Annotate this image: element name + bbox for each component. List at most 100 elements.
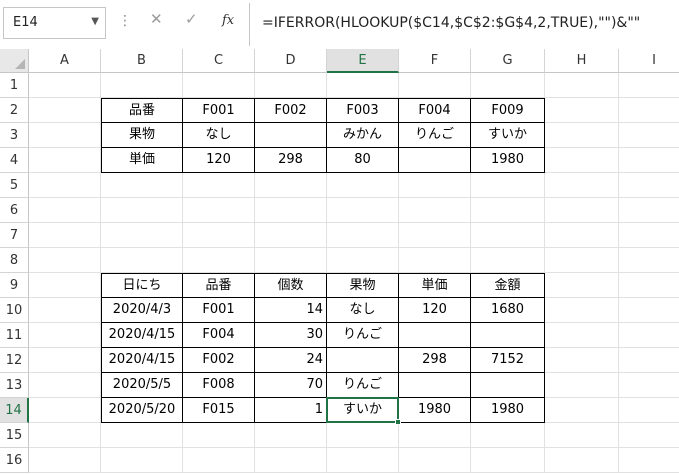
cell-a13[interactable]	[29, 373, 101, 398]
name-box[interactable]: E14 ▼	[3, 7, 106, 39]
row-header-2[interactable]: 2	[0, 98, 29, 123]
cell-i11[interactable]	[619, 323, 679, 348]
cell-c10[interactable]: F001	[183, 298, 255, 323]
cell-f14[interactable]: 1980	[399, 398, 471, 423]
cell-d4[interactable]: 298	[255, 148, 327, 173]
formula-input[interactable]: =IFERROR(HLOOKUP($C14,$C$2:$G$4,2,TRUE),…	[249, 3, 679, 46]
cell-c11[interactable]: F004	[183, 323, 255, 348]
cell-e2[interactable]: F003	[327, 98, 399, 123]
cell-h15[interactable]	[545, 423, 619, 448]
cancel-x-icon[interactable]: ✕	[150, 10, 163, 28]
cell-a12[interactable]	[29, 348, 101, 373]
cell-c14[interactable]: F015	[183, 398, 255, 423]
cell-f5[interactable]	[399, 173, 471, 198]
cell-b5[interactable]	[101, 173, 183, 198]
row-header-7[interactable]: 7	[0, 223, 29, 248]
cell-e8[interactable]	[327, 248, 399, 273]
cell-c3[interactable]: なし	[183, 123, 255, 148]
cell-e13[interactable]: りんご	[327, 373, 399, 398]
cell-d3[interactable]	[255, 123, 327, 148]
cell-h8[interactable]	[545, 248, 619, 273]
cell-c8[interactable]	[183, 248, 255, 273]
cell-h14[interactable]	[545, 398, 619, 423]
cell-d13[interactable]: 70	[255, 373, 327, 398]
cell-e11[interactable]: りんご	[327, 323, 399, 348]
cell-a16[interactable]	[29, 448, 101, 473]
cell-b3[interactable]: 果物	[101, 123, 183, 148]
cell-d8[interactable]	[255, 248, 327, 273]
cell-h3[interactable]	[545, 123, 619, 148]
cell-b14[interactable]: 2020/5/20	[101, 398, 183, 423]
cell-e16[interactable]	[327, 448, 399, 473]
cell-c9[interactable]: 品番	[183, 273, 255, 298]
cell-c12[interactable]: F002	[183, 348, 255, 373]
cell-b16[interactable]	[101, 448, 183, 473]
cell-h4[interactable]	[545, 148, 619, 173]
cell-b9[interactable]: 日にち	[101, 273, 183, 298]
row-header-16[interactable]: 16	[0, 448, 29, 473]
cell-e4[interactable]: 80	[327, 148, 399, 173]
cell-b1[interactable]	[101, 73, 183, 98]
cell-i15[interactable]	[619, 423, 679, 448]
row-header-12[interactable]: 12	[0, 348, 29, 373]
cell-i7[interactable]	[619, 223, 679, 248]
cell-c7[interactable]	[183, 223, 255, 248]
cell-h13[interactable]	[545, 373, 619, 398]
cell-h10[interactable]	[545, 298, 619, 323]
chevron-down-icon[interactable]: ▼	[91, 16, 99, 27]
checkmark-icon[interactable]: ✓	[185, 10, 198, 28]
cell-a9[interactable]	[29, 273, 101, 298]
cell-h2[interactable]	[545, 98, 619, 123]
cell-h6[interactable]	[545, 198, 619, 223]
cell-b10[interactable]: 2020/4/3	[101, 298, 183, 323]
cell-f13[interactable]	[399, 373, 471, 398]
cell-i3[interactable]	[619, 123, 679, 148]
cell-i6[interactable]	[619, 198, 679, 223]
cell-f3[interactable]: りんご	[399, 123, 471, 148]
column-header-c[interactable]: C	[183, 49, 255, 73]
cell-g11[interactable]	[471, 323, 545, 348]
cell-b12[interactable]: 2020/4/15	[101, 348, 183, 373]
cell-h5[interactable]	[545, 173, 619, 198]
cell-a3[interactable]	[29, 123, 101, 148]
cell-g14[interactable]: 1980	[471, 398, 545, 423]
cell-h16[interactable]	[545, 448, 619, 473]
cell-h11[interactable]	[545, 323, 619, 348]
cell-h9[interactable]	[545, 273, 619, 298]
cell-b4[interactable]: 単価	[101, 148, 183, 173]
column-header-b[interactable]: B	[101, 49, 183, 73]
cell-g5[interactable]	[471, 173, 545, 198]
cell-f10[interactable]: 120	[399, 298, 471, 323]
cell-a6[interactable]	[29, 198, 101, 223]
row-header-8[interactable]: 8	[0, 248, 29, 273]
cell-a5[interactable]	[29, 173, 101, 198]
row-header-15[interactable]: 15	[0, 423, 29, 448]
cell-c1[interactable]	[183, 73, 255, 98]
cell-i4[interactable]	[619, 148, 679, 173]
cell-f2[interactable]: F004	[399, 98, 471, 123]
row-header-5[interactable]: 5	[0, 173, 29, 198]
cell-f8[interactable]	[399, 248, 471, 273]
cell-b2[interactable]: 品番	[101, 98, 183, 123]
cell-g6[interactable]	[471, 198, 545, 223]
cell-i12[interactable]	[619, 348, 679, 373]
cell-f4[interactable]	[399, 148, 471, 173]
column-header-h[interactable]: H	[545, 49, 619, 73]
fill-handle[interactable]	[395, 419, 401, 425]
column-header-g[interactable]: G	[471, 49, 545, 73]
row-header-13[interactable]: 13	[0, 373, 29, 398]
row-header-11[interactable]: 11	[0, 323, 29, 348]
row-header-4[interactable]: 4	[0, 148, 29, 173]
cell-g1[interactable]	[471, 73, 545, 98]
cell-a10[interactable]	[29, 298, 101, 323]
cell-d16[interactable]	[255, 448, 327, 473]
cell-a8[interactable]	[29, 248, 101, 273]
row-header-10[interactable]: 10	[0, 298, 29, 323]
cell-i13[interactable]	[619, 373, 679, 398]
cell-d2[interactable]: F002	[255, 98, 327, 123]
cell-g9[interactable]: 金額	[471, 273, 545, 298]
cell-f6[interactable]	[399, 198, 471, 223]
column-header-f[interactable]: F	[399, 49, 471, 73]
cell-a14[interactable]	[29, 398, 101, 423]
cell-e1[interactable]	[327, 73, 399, 98]
